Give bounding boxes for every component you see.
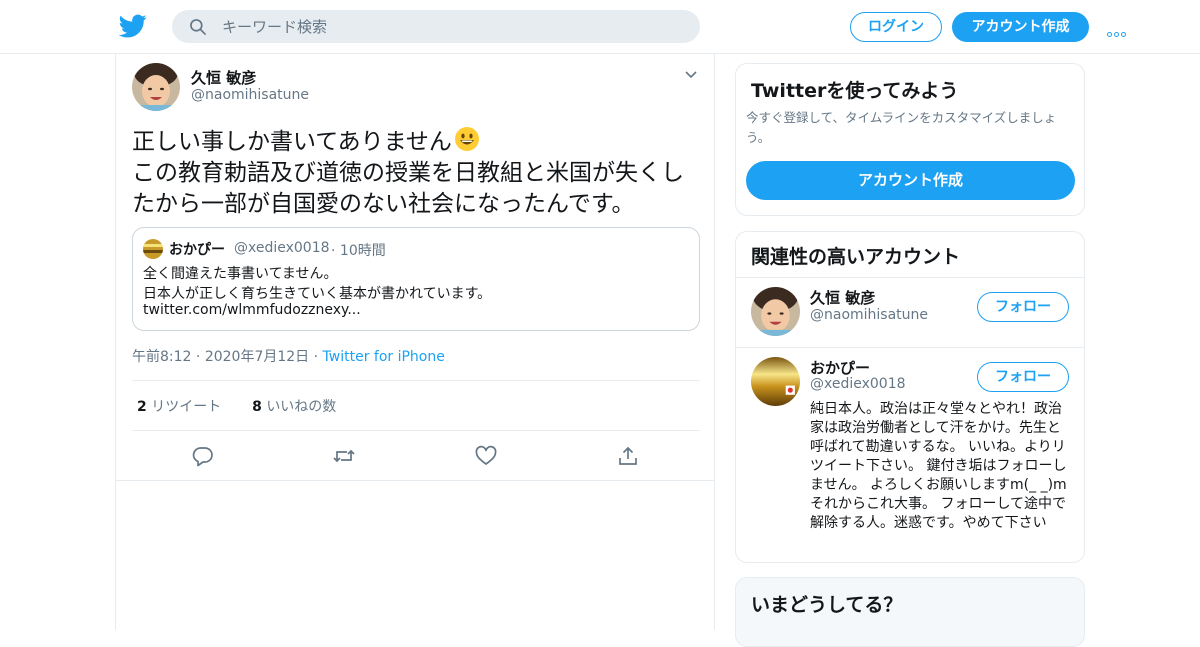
avatar[interactable] <box>751 357 800 406</box>
tweet-text: 正しい事しか書いてありません この教育勅語及び道徳の授業を日教組と米国が失くし … <box>132 126 702 220</box>
signup-card: Twitterを使ってみよう 今すぐ登録して、タイムラインをカスタマイズしましょ… <box>735 63 1085 216</box>
signup-card-title: Twitterを使ってみよう <box>751 80 959 102</box>
related-accounts-card: 関連性の高いアカウント 久恒 敏彦 @naomihisatune フォロー おか… <box>735 231 1085 563</box>
search-input[interactable] <box>222 10 682 43</box>
like-icon[interactable] <box>474 444 498 468</box>
tweet-source-link[interactable]: Twitter for iPhone <box>323 349 445 365</box>
more-dots-icon[interactable] <box>1107 22 1129 37</box>
tweet-time[interactable]: 午前8:12 <box>132 349 191 365</box>
tweet-date[interactable]: 2020年7月12日 <box>205 349 309 365</box>
trends-title: いまどうしてる？ <box>751 594 903 616</box>
account-name[interactable]: 久恒 敏彦 <box>810 287 875 308</box>
tweet-text-line: 正しい事しか書いてありません <box>132 129 452 155</box>
like-count: 8 <box>252 399 262 415</box>
follow-button[interactable]: フォロー <box>977 292 1069 322</box>
twitter-bird-icon[interactable] <box>119 12 147 40</box>
account-name[interactable]: おかぴー <box>810 357 870 378</box>
trends-card: いまどうしてる？ <box>735 577 1085 647</box>
reply-icon[interactable] <box>191 444 215 468</box>
avatar <box>143 239 163 259</box>
grinning-face-emoji-icon <box>454 127 479 151</box>
quoted-time-text: 10時間 <box>339 243 386 259</box>
retweet-icon[interactable] <box>332 444 356 468</box>
chevron-down-icon[interactable] <box>684 70 698 80</box>
tweet-metadata: 午前8:12 · 2020年7月12日 · Twitter for iPhone <box>132 349 445 365</box>
top-nav-bar: ログイン アカウント作成 <box>0 0 1200 54</box>
follow-button[interactable]: フォロー <box>977 362 1069 392</box>
quoted-text-line: 全く間違えた事書いてません。 <box>143 266 338 282</box>
like-stat[interactable]: 8 いいねの数 <box>252 399 336 415</box>
related-accounts-title: 関連性の高いアカウント <box>751 246 961 268</box>
search-box[interactable] <box>172 10 700 43</box>
login-button[interactable]: ログイン <box>850 12 942 42</box>
divider <box>116 480 714 481</box>
retweet-stat[interactable]: 2 リツイート <box>137 399 221 415</box>
divider <box>132 380 700 381</box>
quoted-author-handle: @xediex0018 <box>234 240 330 256</box>
divider <box>736 277 1084 278</box>
quoted-timestamp: · 10時間 <box>331 243 386 259</box>
avatar[interactable] <box>132 63 180 111</box>
retweet-count: 2 <box>137 399 147 415</box>
tweet-text-line: たから一部が自国愛のない社会になったんです。 <box>132 191 635 217</box>
create-account-button[interactable]: アカウント作成 <box>746 161 1075 200</box>
signup-card-description: 今すぐ登録して、タイムラインをカスタマイズしましょう。 <box>746 110 1057 145</box>
tweet-author-name[interactable]: 久恒 敏彦 <box>191 67 256 88</box>
divider <box>132 430 700 431</box>
like-label: いいねの数 <box>266 399 337 415</box>
tweet-column: 久恒 敏彦 @naomihisatune 正しい事しか書いてありません この教育… <box>115 54 715 630</box>
avatar[interactable] <box>751 287 800 336</box>
share-icon[interactable] <box>616 444 640 468</box>
tweet-text-line: この教育勅語及び道徳の授業を日教組と米国が失くし <box>132 160 684 186</box>
quoted-tweet[interactable]: おかぴー @xediex0018 · 10時間 全く間違えた事書いてません。 日… <box>132 227 700 331</box>
tweet-author-handle[interactable]: @naomihisatune <box>191 87 309 103</box>
retweet-label: リツイート <box>151 399 222 415</box>
account-bio: 純日本人。政治は正々堂々とやれ！政治家は政治労働者として汗をかけ。先生と呼ばれて… <box>810 401 1067 531</box>
account-handle[interactable]: @naomihisatune <box>810 307 928 323</box>
quoted-text-line: 日本人が正しく育ち生きていく基本が書かれています。 <box>143 286 492 302</box>
tweet-stats: 2 リツイート 8 いいねの数 <box>137 396 336 416</box>
account-handle[interactable]: @xediex0018 <box>810 376 906 392</box>
quoted-link[interactable]: twitter.com/wlmmfudozznexy... <box>143 302 361 318</box>
search-icon <box>190 19 206 35</box>
signup-button[interactable]: アカウント作成 <box>952 12 1089 42</box>
divider <box>736 347 1084 348</box>
quoted-author-name: おかぴー <box>169 242 225 258</box>
